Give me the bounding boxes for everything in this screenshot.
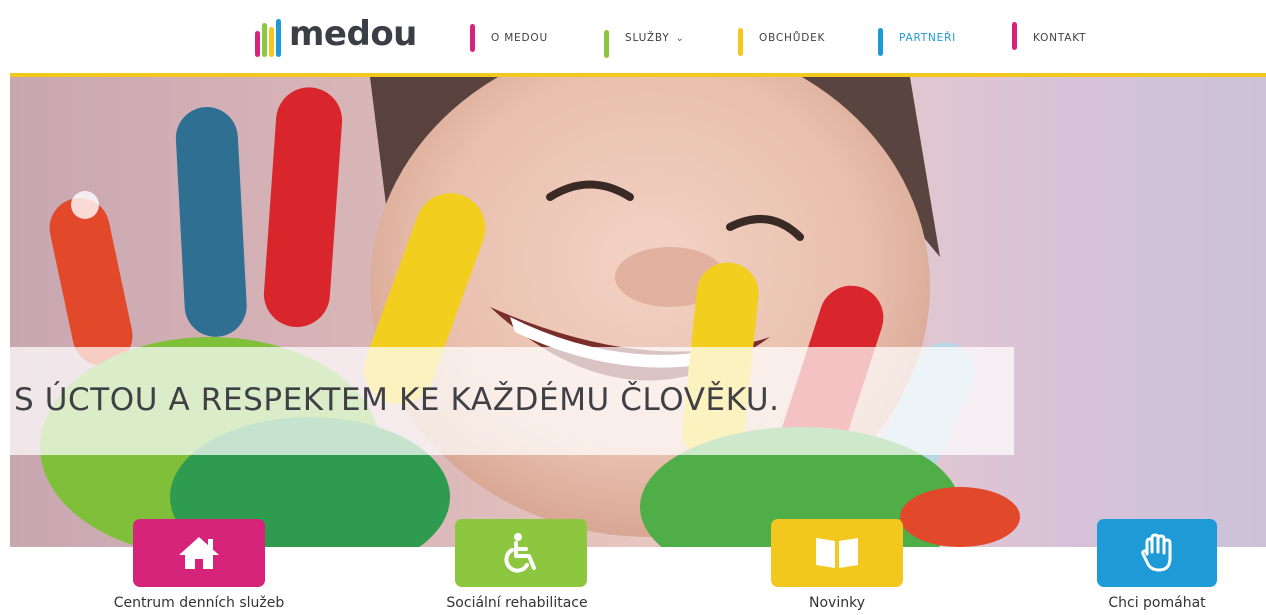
tile-socialni-rehabilitace[interactable]	[455, 519, 587, 587]
tile-label-centrum[interactable]: Centrum denních služeb	[114, 595, 285, 611]
nav-bar-marker	[470, 24, 475, 52]
hand-icon	[1141, 533, 1172, 572]
hero-banner: S ÚCTOU A RESPEKTEM KE KAŽDÉMU ČLOVĚKU.	[10, 77, 1266, 547]
book-icon	[816, 538, 858, 568]
logo-text: medou	[289, 14, 417, 54]
nav-item-partneri[interactable]: PARTNEŘI	[878, 18, 956, 58]
nav-label: OBCHŮDEK	[759, 32, 826, 44]
nav-label: KONTAKT	[1033, 32, 1087, 44]
nav-label: SLUŽBY	[625, 32, 670, 44]
house-icon	[179, 537, 219, 569]
nav-bar-marker	[1012, 22, 1017, 50]
nav-label: O MEDOU	[491, 32, 548, 44]
logo-bars-icon	[255, 17, 281, 57]
wheelchair-icon	[504, 533, 536, 573]
tile-label-rehabilitace[interactable]: Sociální rehabilitace	[446, 595, 587, 611]
hero-tagline: S ÚCTOU A RESPEKTEM KE KAŽDÉMU ČLOVĚKU.	[14, 382, 780, 418]
nav-item-sluzby[interactable]: SLUŽBY ⌄	[604, 18, 684, 58]
chevron-down-icon: ⌄	[675, 32, 684, 44]
tile-centrum-dennich-sluzeb[interactable]	[133, 519, 265, 587]
nav-bar-marker	[738, 28, 743, 56]
nav-bar-marker	[604, 30, 609, 58]
tile-label-chci-pomahat[interactable]: Chci pomáhat	[1108, 595, 1205, 611]
site-header: medou O MEDOU SLUŽBY ⌄ OBCHŮDEK PARTNEŘI…	[0, 0, 1266, 76]
hero-photo-illustration	[40, 77, 1020, 547]
nav-item-obchudek[interactable]: OBCHŮDEK	[738, 18, 825, 58]
tile-novinky[interactable]	[771, 519, 903, 587]
tile-chci-pomahat[interactable]	[1097, 519, 1217, 587]
nav-item-kontakt[interactable]: KONTAKT	[1012, 18, 1086, 58]
site-logo[interactable]: medou	[255, 14, 417, 60]
nav-bar-marker	[878, 28, 883, 56]
nav-item-o-medou[interactable]: O MEDOU	[470, 18, 548, 58]
tile-label-novinky[interactable]: Novinky	[809, 595, 865, 611]
nav-label: PARTNEŘI	[899, 32, 957, 44]
